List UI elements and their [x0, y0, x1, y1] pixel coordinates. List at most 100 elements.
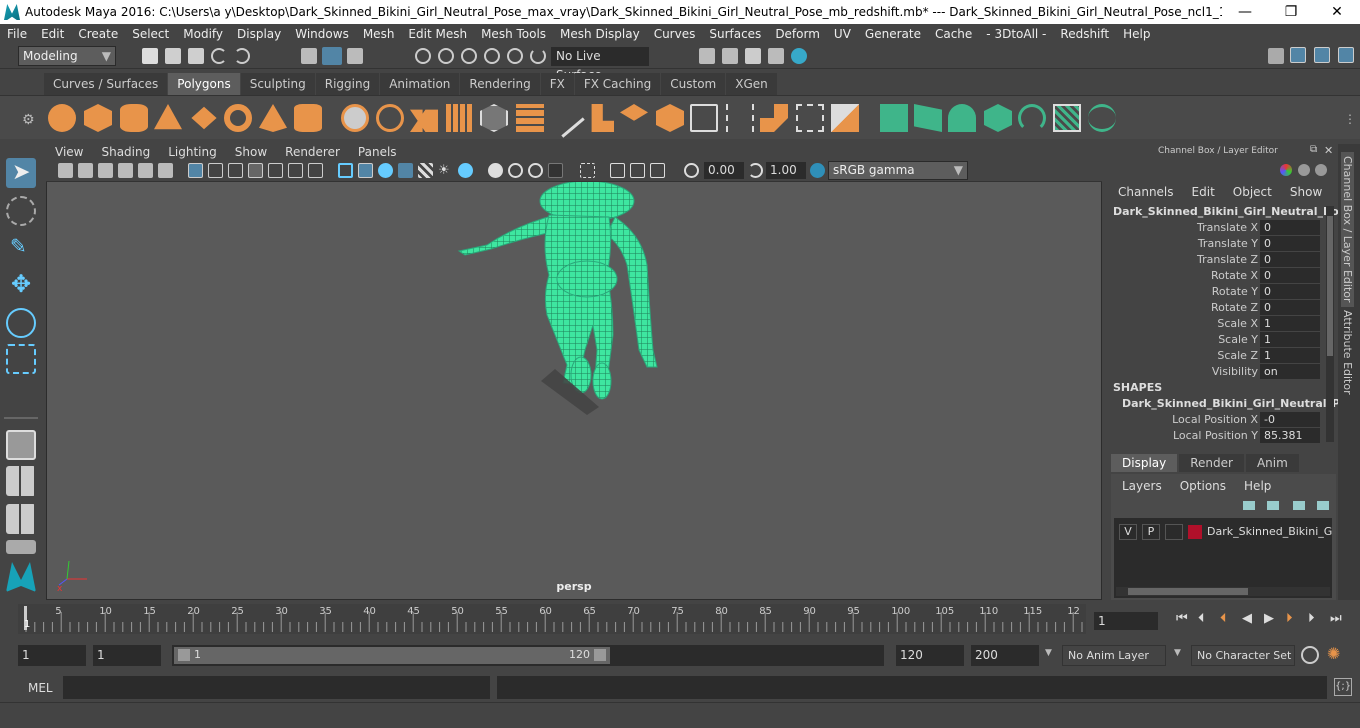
- menu-edit-mesh[interactable]: Edit Mesh: [401, 27, 474, 41]
- select-object-icon[interactable]: [322, 47, 342, 65]
- separate-icon[interactable]: [376, 104, 404, 132]
- chevron-down-icon[interactable]: ▼: [1045, 648, 1052, 658]
- poly-cube-icon[interactable]: [84, 104, 112, 132]
- layer-tab-anim[interactable]: Anim: [1245, 454, 1299, 472]
- use-default-material-icon[interactable]: [378, 163, 393, 178]
- menu-generate[interactable]: Generate: [858, 27, 928, 41]
- snap-surface-icon[interactable]: [507, 48, 523, 64]
- attr-visibility[interactable]: Visibility on: [1108, 364, 1338, 380]
- field-chart-icon[interactable]: [268, 163, 283, 178]
- range-slider[interactable]: 1 120: [172, 645, 884, 666]
- go-to-start-icon[interactable]: ⏮: [1176, 611, 1188, 626]
- scale-tool-button[interactable]: [6, 344, 36, 374]
- snap-curve-icon[interactable]: [438, 48, 454, 64]
- redo-icon[interactable]: [234, 48, 250, 64]
- tab-fx[interactable]: FX: [540, 73, 574, 95]
- select-tool-button[interactable]: ➤: [6, 158, 36, 188]
- layer-tab-display[interactable]: Display: [1111, 454, 1178, 472]
- object-name[interactable]: Dark_Skinned_Bikini_Girl_Neutral_Pos...: [1113, 205, 1358, 218]
- ipr-render-icon[interactable]: [745, 48, 761, 64]
- lights-icon[interactable]: ☀: [438, 163, 453, 178]
- gamma-field[interactable]: 1.00: [766, 162, 806, 179]
- attr-translate-x[interactable]: Translate X0: [1108, 220, 1338, 236]
- auto-key-icon[interactable]: [1301, 646, 1319, 664]
- cb-menu-show[interactable]: Show: [1290, 185, 1322, 199]
- bevel-icon[interactable]: [620, 104, 648, 121]
- isolate-select-icon[interactable]: [580, 163, 595, 178]
- two-d-pan-icon[interactable]: [138, 163, 153, 178]
- scrollbar-thumb[interactable]: [1327, 216, 1333, 356]
- playback-start-field[interactable]: 1: [93, 645, 161, 666]
- move-tool-button[interactable]: ✥: [6, 270, 36, 300]
- shelf-scroll-handle-icon[interactable]: ⋮: [1344, 112, 1356, 126]
- resolution-gate-icon[interactable]: [228, 163, 243, 178]
- layer-display-type-toggle[interactable]: [1165, 524, 1183, 540]
- camera-attributes-icon[interactable]: [78, 163, 93, 178]
- close-panel-icon[interactable]: ✕: [1324, 144, 1333, 157]
- menu-uv[interactable]: UV: [827, 27, 858, 41]
- wireframe-on-shaded-icon[interactable]: [398, 163, 413, 178]
- automatic-uv-icon[interactable]: [984, 104, 1012, 132]
- depth-of-field-icon[interactable]: [548, 163, 563, 178]
- vp-menu-renderer[interactable]: Renderer: [276, 145, 349, 159]
- reduce-icon[interactable]: [480, 104, 508, 132]
- smooth-shade-icon[interactable]: [358, 163, 373, 178]
- bookmark-icon[interactable]: [98, 163, 113, 178]
- extrude-icon[interactable]: [656, 104, 684, 132]
- attr-translate-y[interactable]: Translate Y0: [1108, 236, 1338, 252]
- attribute-editor-toggle-icon[interactable]: [1314, 47, 1330, 63]
- character-set-dropdown[interactable]: No Character Set: [1191, 645, 1295, 666]
- rotate-tool-button[interactable]: [6, 308, 36, 338]
- animation-preferences-icon[interactable]: ✺: [1327, 644, 1340, 663]
- step-back-key-icon[interactable]: ⏴: [1220, 611, 1227, 626]
- layer-playback-toggle[interactable]: P: [1142, 524, 1160, 540]
- shadows-icon[interactable]: [458, 163, 473, 178]
- shape-name[interactable]: Dark_Skinned_Bikini_Girl_Neutral_P...: [1122, 397, 1351, 410]
- minimize-button[interactable]: —: [1222, 4, 1268, 20]
- tab-custom[interactable]: Custom: [661, 73, 726, 95]
- color-space-dropdown[interactable]: sRGB gamma ▼: [828, 161, 968, 180]
- animation-end-field[interactable]: 200: [971, 645, 1039, 666]
- two-view-layout-button[interactable]: [6, 504, 36, 534]
- color-management-icon[interactable]: [810, 163, 825, 178]
- single-perspective-layout-button[interactable]: [6, 430, 36, 460]
- menu-surfaces[interactable]: Surfaces: [702, 27, 768, 41]
- poly-cylinder-icon[interactable]: [120, 104, 148, 132]
- attr-translate-z[interactable]: Translate Z0: [1108, 252, 1338, 268]
- maximize-button[interactable]: ❐: [1268, 4, 1314, 20]
- float-panel-icon[interactable]: ⧉: [1310, 144, 1317, 155]
- menu-cache[interactable]: Cache: [928, 27, 979, 41]
- menu-create[interactable]: Create: [71, 27, 125, 41]
- tab-fx-caching[interactable]: FX Caching: [574, 73, 661, 95]
- play-backwards-icon[interactable]: ◀: [1242, 611, 1252, 626]
- play-forwards-icon[interactable]: ▶: [1264, 611, 1274, 626]
- remesh-icon[interactable]: [516, 104, 544, 132]
- new-layer-selected-icon[interactable]: [1317, 501, 1329, 510]
- smooth-icon[interactable]: [446, 104, 474, 132]
- motion-blur-icon[interactable]: [508, 163, 523, 178]
- textured-icon[interactable]: [418, 163, 433, 178]
- menu-mesh-tools[interactable]: Mesh Tools: [474, 27, 553, 41]
- scrollbar-thumb[interactable]: [1128, 588, 1248, 595]
- menu-edit[interactable]: Edit: [34, 27, 71, 41]
- tab-animation[interactable]: Animation: [380, 73, 460, 95]
- anim-layer-dropdown[interactable]: No Anim Layer: [1062, 645, 1166, 666]
- mode-dropdown[interactable]: Modeling ▼: [18, 46, 116, 66]
- cb-menu-channels[interactable]: Channels: [1118, 185, 1174, 199]
- connect-icon[interactable]: [796, 104, 824, 132]
- attr-rotate-y[interactable]: Rotate Y0: [1108, 284, 1338, 300]
- layer-tab-render[interactable]: Render: [1179, 454, 1244, 472]
- menu-modify[interactable]: Modify: [176, 27, 230, 41]
- live-surface-field[interactable]: No Live Surface: [551, 47, 649, 82]
- poly-plane-icon[interactable]: [191, 106, 217, 130]
- move-layer-down-icon[interactable]: [1267, 501, 1279, 510]
- bridge-icon[interactable]: [591, 104, 614, 132]
- tab-sculpting[interactable]: Sculpting: [240, 73, 315, 95]
- select-hierarchy-icon[interactable]: [301, 48, 317, 64]
- channel-hyper-icon[interactable]: [1315, 164, 1327, 176]
- render-view-icon[interactable]: [768, 48, 784, 64]
- attr-local-position-x[interactable]: Local Position X -0: [1108, 412, 1338, 428]
- outliner-layout-button[interactable]: [6, 540, 36, 554]
- safe-title-icon[interactable]: [308, 163, 323, 178]
- modeling-toolkit-icon[interactable]: [1290, 47, 1306, 63]
